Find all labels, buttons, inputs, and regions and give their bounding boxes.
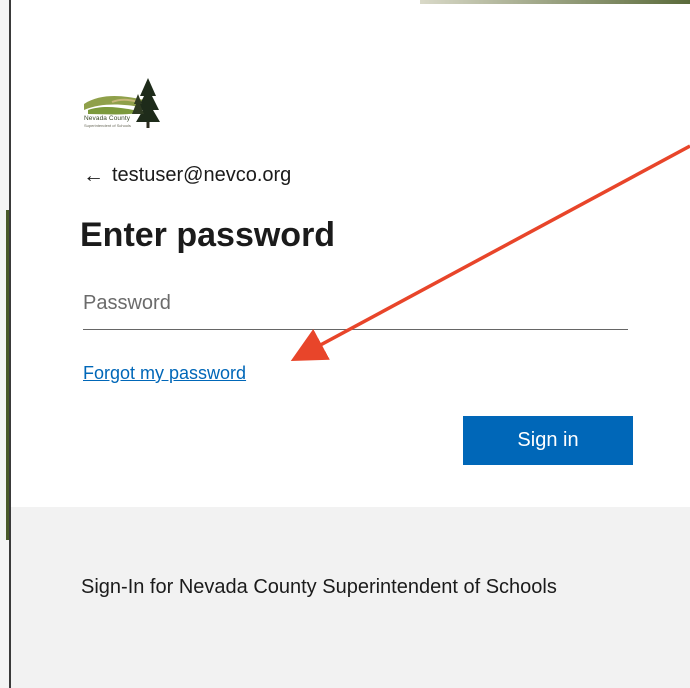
logo-name: Nevada County [84, 115, 131, 122]
password-input[interactable] [83, 286, 628, 330]
back-to-account-button[interactable]: ← testuser@nevco.org [83, 164, 291, 187]
window-top-strip [420, 0, 690, 4]
page-title: Enter password [80, 216, 336, 254]
forgot-password-link[interactable]: Forgot my password [83, 363, 246, 384]
window-edge [0, 0, 9, 688]
logo-subtitle: Superintendent of Schools [84, 123, 131, 128]
footer-text: Sign-In for Nevada County Superintendent… [81, 576, 557, 598]
account-email: testuser@nevco.org [112, 164, 292, 186]
arrow-left-icon[interactable]: ← [83, 165, 104, 186]
sign-in-button[interactable]: Sign in [463, 416, 633, 465]
footer: Sign-In for Nevada County Superintendent… [11, 507, 690, 688]
